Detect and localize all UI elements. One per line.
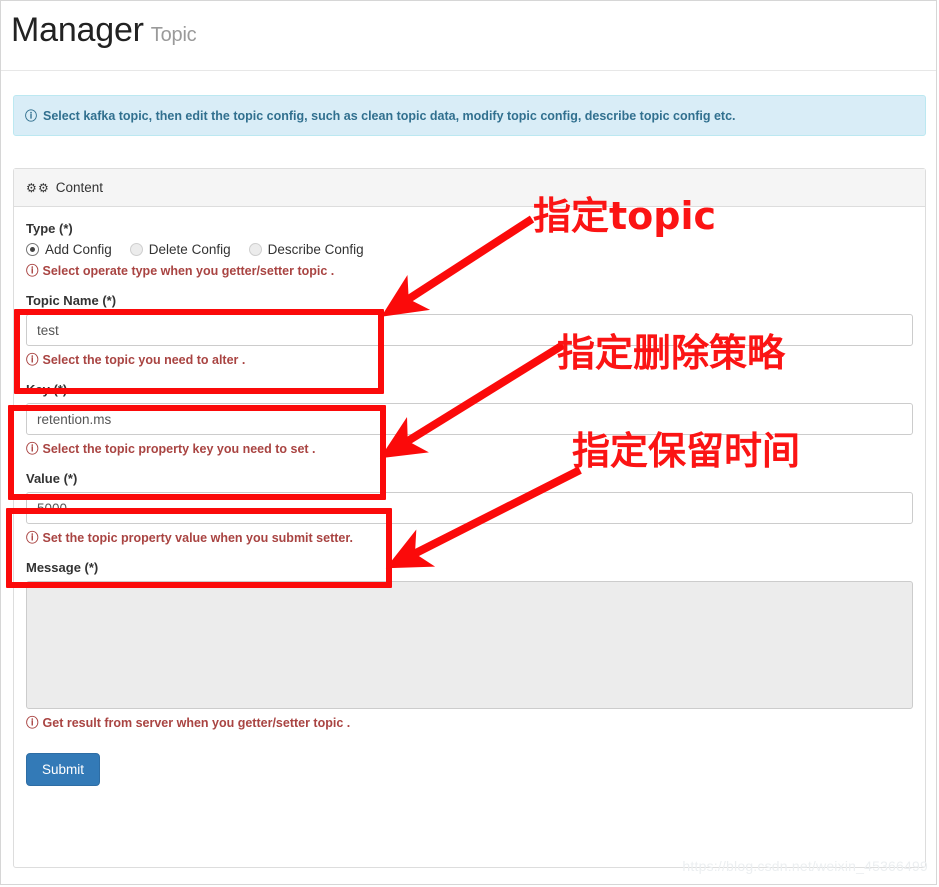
value-input[interactable] (26, 492, 913, 524)
radio-add-config-dot[interactable] (26, 243, 39, 256)
message-textarea[interactable] (26, 581, 913, 709)
content-panel: ⚙ ⚙ Content Type (*) Add Config Delete C… (13, 168, 926, 868)
topic-name-label: Topic Name (*) (26, 293, 117, 308)
key-help-text: ⓘ Select the topic property key you need … (26, 438, 913, 457)
info-circle-icon: ⓘ (25, 109, 38, 123)
topic-name-help-text: ⓘ Select the topic you need to alter . (26, 349, 913, 368)
topic-name-form-group: Topic Name (*) ⓘSelect the topic you nee… (26, 293, 913, 368)
message-label: Message (*) (26, 560, 99, 575)
type-radio-group: Add Config Delete Config Describe Config (26, 242, 913, 257)
radio-describe-config[interactable]: Describe Config (248, 242, 364, 257)
type-help-text: ⓘ Select operate type when you getter/set… (26, 260, 913, 279)
value-help-text: ⓘ Set the topic property value when you s… (26, 527, 913, 546)
radio-describe-config-label: Describe Config (267, 242, 364, 257)
value-help-label: Set the topic property value when you su… (42, 531, 353, 545)
radio-describe-config-dot[interactable] (248, 243, 262, 256)
gears-icon: ⚙ ⚙ (26, 180, 49, 195)
info-circle-icon: ⓘ (26, 441, 39, 456)
info-alert-text: Select kafka topic, then edit the topic … (43, 108, 736, 123)
page-title-main: Manager (11, 11, 144, 49)
radio-add-config[interactable]: Add Config (26, 242, 112, 257)
type-label: Type (*) (26, 221, 73, 236)
key-label: Key (*) (26, 382, 68, 397)
page-title-sub: Topic (150, 24, 197, 46)
key-form-group: Key (*) ⓘSelect the topic property key y… (26, 382, 913, 457)
key-input[interactable] (26, 403, 913, 435)
message-help-text: ⓘ Get result from server when you getter/… (26, 712, 913, 731)
content-panel-title: Content (55, 180, 104, 195)
radio-delete-config[interactable]: Delete Config (129, 242, 231, 257)
page-frame: Manager Topic ⓘ Select kafka topic, then … (0, 0, 937, 885)
info-circle-icon: ⓘ (26, 352, 39, 367)
info-alert: ⓘ Select kafka topic, then edit the topi… (13, 95, 926, 136)
content-panel-heading: ⚙ ⚙ Content (14, 169, 925, 207)
info-circle-icon: ⓘ (26, 715, 39, 730)
watermark: https://blog.csdn.net/weixin_45366499 (682, 858, 928, 874)
value-form-group: Value (*) ⓘSet the topic property value … (26, 471, 913, 546)
message-help-label: Get result from server when you getter/s… (42, 716, 351, 730)
topic-name-help-label: Select the topic you need to alter . (42, 353, 246, 367)
info-circle-icon: ⓘ (26, 263, 39, 278)
info-circle-icon: ⓘ (26, 530, 39, 545)
message-form-group: Message (*) ⓘ Get result from server when… (26, 560, 913, 731)
topic-name-input[interactable] (26, 314, 913, 346)
radio-delete-config-label: Delete Config (148, 242, 231, 257)
page-title: Manager Topic (11, 11, 197, 50)
type-form-group: Type (*) Add Config Delete Config Descri… (26, 221, 913, 279)
radio-add-config-label: Add Config (45, 242, 112, 257)
type-help-label: Select operate type when you getter/sett… (42, 264, 335, 278)
page-header: Manager Topic (1, 1, 936, 71)
radio-delete-config-dot[interactable] (129, 243, 143, 256)
value-label: Value (*) (26, 471, 78, 486)
content-panel-body: Type (*) Add Config Delete Config Descri… (14, 207, 925, 802)
key-help-label: Select the topic property key you need t… (42, 442, 316, 456)
submit-button[interactable]: Submit (26, 753, 101, 786)
